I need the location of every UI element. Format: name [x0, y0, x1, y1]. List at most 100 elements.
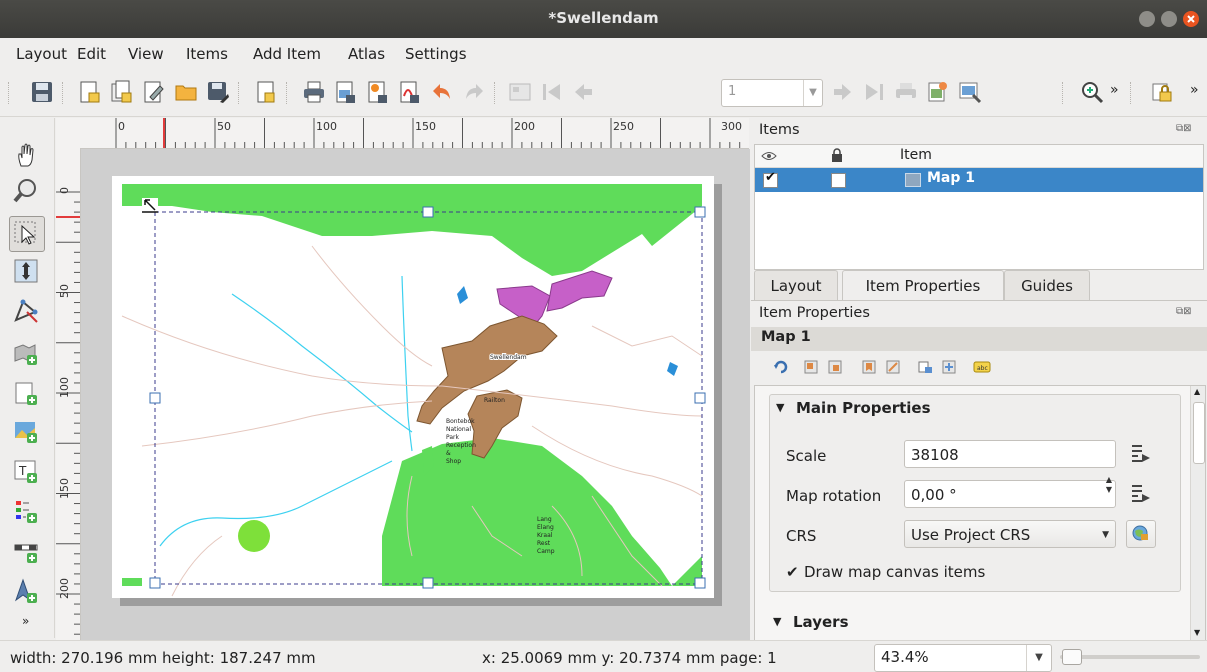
maximize-button[interactable]	[1161, 11, 1177, 27]
menu-add-item[interactable]: Add Item	[253, 45, 321, 63]
add-map-icon[interactable]	[13, 340, 39, 366]
export-svg-icon[interactable]	[366, 80, 390, 104]
tab-layout[interactable]: Layout	[754, 270, 838, 301]
horizontal-ruler[interactable]: 0 50 100 150 200 250 300	[56, 118, 749, 149]
collapse-arrow-icon[interactable]: ▼	[773, 615, 781, 628]
map-label: Lang	[537, 516, 552, 523]
previous-feature-icon[interactable]	[572, 80, 596, 104]
zoom-combobox[interactable]: 43.4% ▼	[874, 644, 1052, 672]
menu-settings[interactable]: Settings	[405, 45, 467, 63]
map-item[interactable]: Swellendam Swellendam Railton Bontebok N…	[112, 176, 714, 598]
layout-page[interactable]: Swellendam Swellendam Railton Bontebok N…	[112, 176, 714, 598]
chevron-down-icon: ▼	[1102, 530, 1109, 540]
menu-view[interactable]: View	[128, 45, 164, 63]
add-picture-icon[interactable]	[13, 418, 39, 444]
duplicate-layout-icon[interactable]	[110, 80, 134, 104]
toolbar-handle[interactable]	[8, 82, 11, 104]
bookmark-icon[interactable]	[861, 359, 877, 375]
last-feature-icon[interactable]	[862, 80, 886, 104]
lock-layers-icon[interactable]	[917, 359, 933, 375]
atlas-print-icon[interactable]	[894, 80, 918, 104]
move-to-map-icon[interactable]	[885, 359, 901, 375]
print-icon[interactable]	[302, 80, 326, 104]
save-icon[interactable]	[30, 80, 54, 104]
select-move-icon[interactable]	[13, 220, 39, 246]
vertical-ruler[interactable]: 0 50 100 150 200	[56, 148, 81, 640]
tab-item-properties[interactable]: Item Properties	[842, 270, 1004, 302]
add-3d-map-icon[interactable]	[13, 380, 39, 406]
dock-float-close-icon[interactable]: ⧉⊠	[1176, 306, 1192, 317]
tab-guides[interactable]: Guides	[1004, 270, 1090, 301]
save-template-icon[interactable]	[206, 80, 230, 104]
new-layout-icon[interactable]	[78, 80, 102, 104]
toolbar-overflow-icon[interactable]: »	[1110, 82, 1119, 98]
scroll-down-icon[interactable]: ▼	[1194, 628, 1200, 637]
crs-combobox[interactable]: Use Project CRS ▼	[904, 520, 1116, 548]
minimize-button[interactable]	[1139, 11, 1155, 27]
visible-checkbox[interactable]: ✔	[763, 170, 778, 188]
add-scalebar-icon[interactable]	[13, 538, 39, 564]
layers-group-title[interactable]: Layers	[793, 613, 849, 631]
layout-manager-icon[interactable]	[142, 80, 166, 104]
lock-checkbox[interactable]	[831, 173, 846, 188]
add-legend-icon[interactable]	[13, 498, 39, 524]
main-properties-title[interactable]: Main Properties	[796, 399, 931, 417]
scrollbar-thumb[interactable]	[1193, 402, 1205, 464]
more-tools-icon[interactable]: »	[22, 614, 29, 628]
add-label-icon[interactable]: T	[13, 458, 39, 484]
new-page-icon[interactable]	[254, 80, 278, 104]
select-crs-button[interactable]	[1126, 520, 1156, 548]
collapse-arrow-icon[interactable]: ▼	[776, 401, 784, 414]
zoom-slider-handle[interactable]	[1062, 649, 1083, 665]
labeling-settings-icon[interactable]: abc	[973, 361, 991, 373]
menu-items[interactable]: Items	[186, 45, 228, 63]
undo-icon[interactable]	[430, 80, 454, 104]
atlas-preview-icon[interactable]	[508, 80, 532, 104]
draw-items-label[interactable]: Draw map canvas items	[804, 563, 985, 581]
data-defined-override-icon[interactable]	[1128, 442, 1152, 466]
items-table[interactable]: Item ✔ Map 1	[754, 144, 1204, 270]
menu-edit[interactable]: Edit	[77, 45, 106, 63]
spin-up-down-icon[interactable]: ▲ ▼	[1106, 475, 1112, 495]
redo-icon[interactable]	[462, 80, 486, 104]
view-extent-icon[interactable]	[827, 359, 843, 375]
eye-icon	[761, 152, 777, 160]
menu-layout[interactable]: Layout	[16, 45, 67, 63]
add-north-arrow-icon[interactable]	[13, 578, 39, 604]
rotation-spinbox[interactable]: 0,00 ° ▲ ▼	[904, 475, 1116, 508]
menu-atlas[interactable]: Atlas	[348, 45, 385, 63]
toolbar-overflow-icon[interactable]: »	[1190, 82, 1199, 98]
window-titlebar[interactable]: *Swellendam	[0, 0, 1207, 38]
update-preview-icon[interactable]	[941, 359, 957, 375]
draw-items-checkbox[interactable]: ✔	[786, 563, 799, 581]
properties-scroll-area[interactable]: ▼ Main Properties Scale 38108 Map rotati…	[754, 385, 1206, 643]
pan-icon[interactable]	[13, 142, 39, 168]
edit-nodes-icon[interactable]	[13, 298, 39, 324]
ruler-ticks	[115, 118, 741, 148]
scroll-up-icon[interactable]: ▲	[1194, 387, 1200, 396]
atlas-export-image-icon[interactable]	[926, 80, 950, 104]
first-feature-icon[interactable]	[540, 80, 564, 104]
lock-items-icon[interactable]	[1150, 80, 1174, 104]
atlas-settings-icon[interactable]	[958, 80, 982, 104]
layout-canvas[interactable]: Swellendam Swellendam Railton Bontebok N…	[81, 149, 750, 640]
zoom-in-icon[interactable]	[1080, 80, 1104, 104]
table-row[interactable]: ✔ Map 1	[755, 168, 1203, 192]
scale-input[interactable]: 38108	[904, 440, 1116, 468]
zoom-tool-icon[interactable]	[13, 178, 39, 204]
page-spinbox[interactable]: 1 ▼	[721, 79, 823, 107]
export-pdf-icon[interactable]	[398, 80, 422, 104]
open-template-icon[interactable]	[174, 80, 198, 104]
ruler-label: 50	[58, 284, 71, 298]
chevron-down-icon[interactable]: ▼	[803, 80, 822, 106]
data-defined-override-icon[interactable]	[1128, 482, 1152, 506]
move-content-icon[interactable]	[13, 258, 39, 284]
properties-scrollbar[interactable]: ▲ ▼	[1190, 386, 1205, 642]
export-image-icon[interactable]	[334, 80, 358, 104]
close-button[interactable]	[1183, 11, 1199, 27]
refresh-icon[interactable]	[773, 359, 789, 375]
dock-float-close-icon[interactable]: ⧉⊠	[1176, 123, 1192, 134]
next-feature-icon[interactable]	[830, 80, 854, 104]
chevron-down-icon[interactable]: ▼	[1026, 645, 1051, 671]
set-extent-icon[interactable]	[803, 359, 819, 375]
